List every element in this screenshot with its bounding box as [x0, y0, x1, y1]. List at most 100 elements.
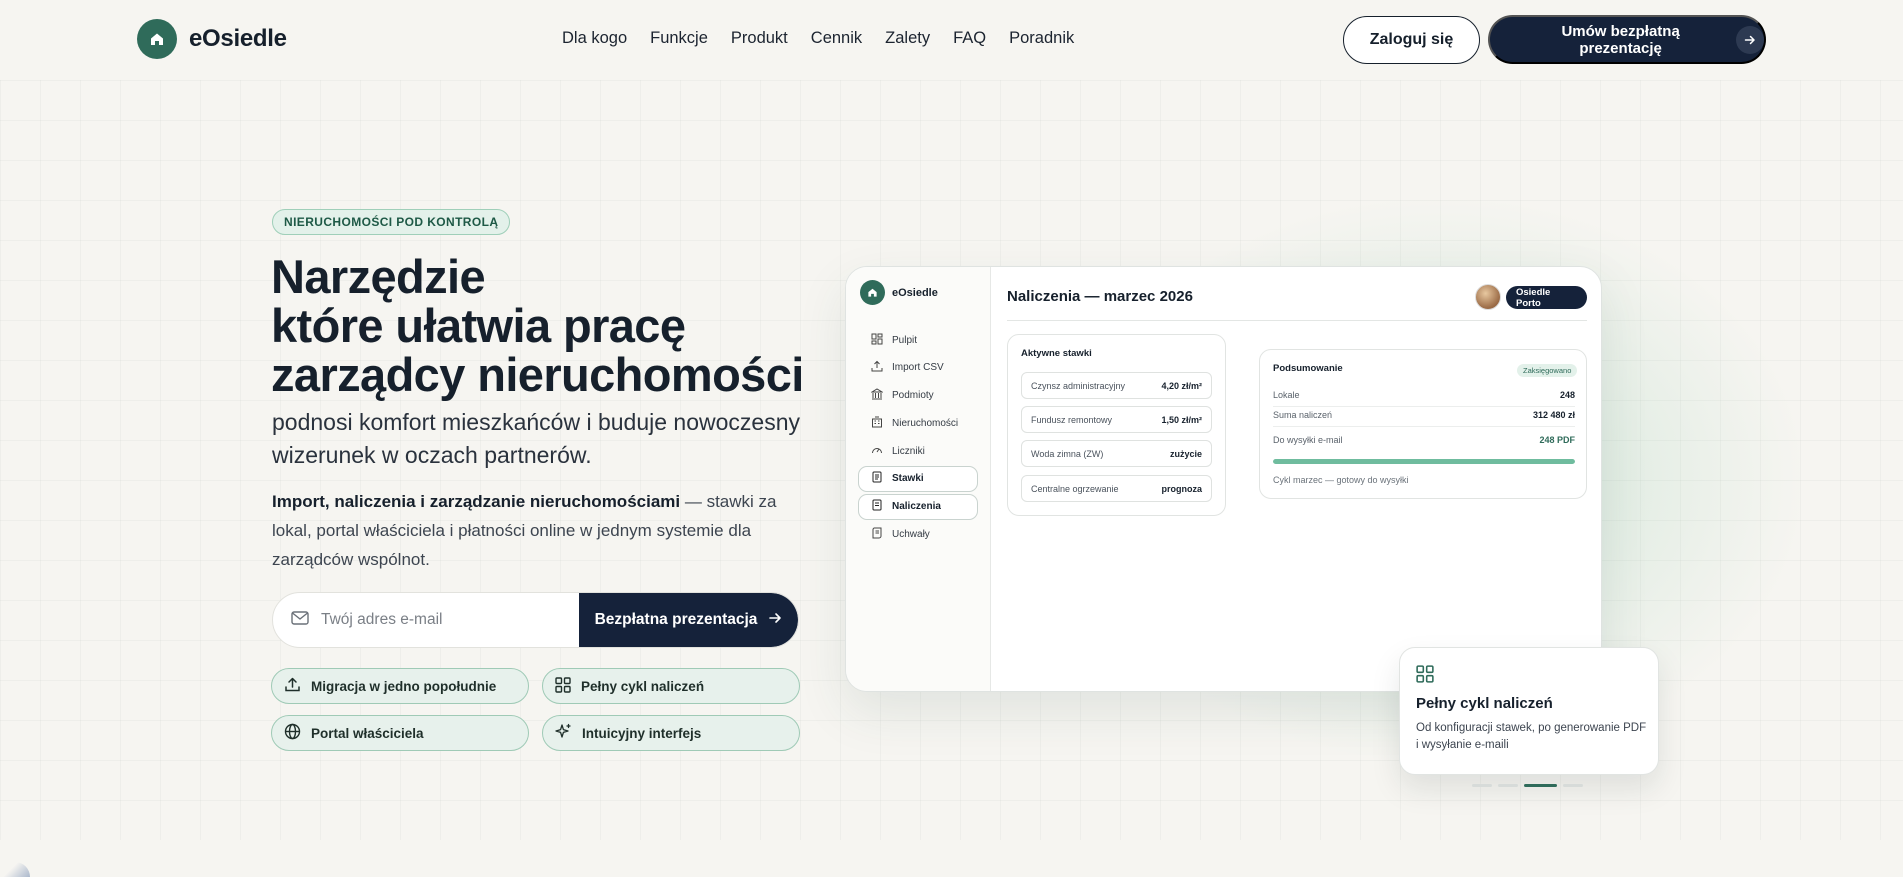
nav-link-produkt[interactable]: Produkt	[731, 29, 788, 48]
sidebar-item-label: Pulpit	[892, 334, 918, 346]
sidebar-item-stawki[interactable]: Stawki	[858, 465, 978, 492]
app-brand: eOsiedle	[860, 280, 938, 305]
divider	[1007, 320, 1587, 321]
nav-link-zalety[interactable]: Zalety	[885, 29, 930, 48]
send-progress-fill	[1273, 459, 1575, 464]
grid-icon	[555, 676, 571, 696]
receipt-icon	[871, 499, 883, 514]
app-main: Naliczenia — marzec 2026 Osiedle Porto A…	[1007, 267, 1587, 691]
app-page-title: Naliczenia — marzec 2026	[1007, 288, 1193, 305]
card-title: Podsumowanie	[1273, 363, 1343, 374]
description-bold: Import, naliczenia i zarządzanie nieruch…	[272, 492, 681, 511]
sidebar-item-label: Stawki	[892, 473, 924, 485]
sidebar-item-label: Import CSV	[892, 362, 944, 374]
gauge-icon	[871, 444, 883, 459]
divider	[1273, 426, 1575, 427]
hero-headline: Narzędzie które ułatwia pracę zarządcy n…	[271, 252, 831, 399]
sidebar-item-pulpit[interactable]: Pulpit	[858, 327, 978, 353]
carousel-dot[interactable]	[1563, 784, 1583, 787]
active-rates-card: Aktywne stawki Czynsz administracyjny 4,…	[1007, 334, 1226, 516]
card-title: Aktywne stawki	[1021, 348, 1092, 359]
nav-link-faq[interactable]: FAQ	[953, 29, 986, 48]
app-sidebar-menu: Pulpit Import CSV Podmioty Nieruchomości…	[858, 327, 978, 549]
book-demo-label: Umów bezpłatną prezentację	[1561, 22, 1680, 57]
feature-card-title: Pełny cykl naliczeń	[1416, 695, 1553, 712]
hero-subheadline: podnosi komfort mieszkańców i buduje now…	[272, 409, 800, 468]
summary-value: 248	[1559, 390, 1575, 400]
avatar[interactable]	[1475, 284, 1501, 310]
feature-pill-label: Portal właściciela	[311, 725, 424, 741]
sidebar-item-podmioty[interactable]: Podmioty	[858, 383, 978, 409]
free-demo-button[interactable]: Bezpłatna prezentacja	[579, 593, 798, 647]
carousel-dot[interactable]	[1472, 784, 1492, 787]
mail-icon	[291, 610, 309, 630]
document-icon	[871, 471, 883, 486]
divider	[1273, 406, 1575, 407]
book-demo-button[interactable]: Umów bezpłatną prezentację	[1488, 15, 1766, 64]
status-badge: Zaksięgowano	[1517, 364, 1578, 377]
feature-pill-label: Pełny cykl naliczeń	[581, 678, 705, 694]
globe-icon	[284, 723, 301, 743]
summary-row-lokale: Lokale 248	[1273, 390, 1575, 400]
building-icon	[871, 416, 883, 431]
email-input[interactable]	[321, 611, 561, 629]
sparkles-icon	[555, 723, 572, 743]
headline-line-3: zarządcy nieruchomości	[271, 348, 804, 401]
organization-badge[interactable]: Osiedle Porto	[1506, 286, 1587, 309]
app-brand-name: eOsiedle	[892, 286, 938, 299]
app-preview: eOsiedle Pulpit Import CSV Podmioty Nier…	[845, 266, 1602, 692]
summary-value: 312 480 zł	[1532, 410, 1575, 420]
nav-link-poradnik[interactable]: Poradnik	[1009, 29, 1074, 48]
decorative-corner	[0, 862, 30, 877]
nav-link-funkcje[interactable]: Funkcje	[650, 29, 708, 48]
rate-value: 1,50 zł/m²	[1161, 414, 1202, 425]
brand-logo[interactable]: eOsiedle	[137, 19, 287, 59]
send-progress-bar	[1273, 459, 1575, 464]
nav-link-dla-kogo[interactable]: Dla kogo	[562, 29, 627, 48]
upload-icon	[284, 676, 301, 696]
headline-line-1: Narzędzie	[271, 250, 486, 303]
brand-name: eOsiedle	[189, 25, 287, 52]
rate-name: Czynsz administracyjny	[1031, 380, 1126, 391]
sidebar-item-label: Naliczenia	[892, 501, 941, 513]
email-field-wrap	[273, 593, 579, 647]
sidebar-item-naliczenia[interactable]: Naliczenia	[858, 493, 978, 520]
sidebar-item-uchwaly[interactable]: Uchwały	[858, 522, 978, 548]
rate-value: prognoza	[1161, 483, 1203, 494]
home-icon	[860, 280, 885, 305]
eyebrow-badge: NIERUCHOMOŚCI POD KONTROLĄ	[272, 209, 511, 235]
carousel-dot-active[interactable]	[1524, 784, 1557, 787]
nav-link-cennik[interactable]: Cennik	[811, 29, 862, 48]
hero-description: Import, naliczenia i zarządzanie nieruch…	[272, 487, 812, 574]
sidebar-item-nieruchomosci[interactable]: Nieruchomości	[858, 410, 978, 436]
sidebar-item-liczniki[interactable]: Liczniki	[858, 438, 978, 464]
summary-row-wysylka: Do wysyłki e-mail 248 PDF	[1273, 435, 1575, 445]
arrow-right-icon	[1736, 25, 1764, 54]
rate-row: Fundusz remontowy 1,50 zł/m²	[1021, 406, 1212, 433]
rate-name: Woda zimna (ZW)	[1031, 448, 1104, 459]
sidebar-item-import-csv[interactable]: Import CSV	[858, 355, 978, 381]
top-navigation: eOsiedle Dla kogo Funkcje Produkt Cennik…	[0, 0, 1903, 80]
feature-pill-intuitive-ui: Intuicyjny interfejs	[542, 715, 800, 751]
demo-signup-form: Bezpłatna prezentacja	[272, 592, 799, 648]
headline-line-2: które ułatwia pracę	[271, 299, 686, 352]
rate-value: 4,20 zł/m²	[1161, 380, 1202, 391]
rate-value: zużycie	[1169, 448, 1202, 459]
summary-label: Lokale	[1273, 390, 1300, 400]
login-button[interactable]: Zaloguj się	[1343, 16, 1480, 64]
summary-value: 248 PDF	[1539, 435, 1575, 445]
scroll-icon	[871, 527, 883, 542]
sidebar-item-label: Podmioty	[892, 390, 934, 402]
feature-pill-billing-cycle: Pełny cykl naliczeń	[542, 668, 800, 704]
carousel-indicators	[1472, 784, 1583, 787]
summary-label: Suma naliczeń	[1273, 410, 1333, 420]
free-demo-label: Bezpłatna prezentacja	[594, 611, 758, 628]
feature-pills: Migracja w jedno popołudnie Pełny cykl n…	[271, 668, 800, 751]
home-icon	[137, 19, 177, 59]
carousel-dot[interactable]	[1498, 784, 1518, 787]
nav-links: Dla kogo Funkcje Produkt Cennik Zalety F…	[562, 29, 1074, 48]
feature-pill-owner-portal: Portal właściciela	[271, 715, 529, 751]
bank-icon	[870, 388, 884, 403]
rate-name: Centralne ogrzewanie	[1031, 483, 1119, 494]
feature-pill-migration: Migracja w jedno popołudnie	[271, 668, 529, 704]
